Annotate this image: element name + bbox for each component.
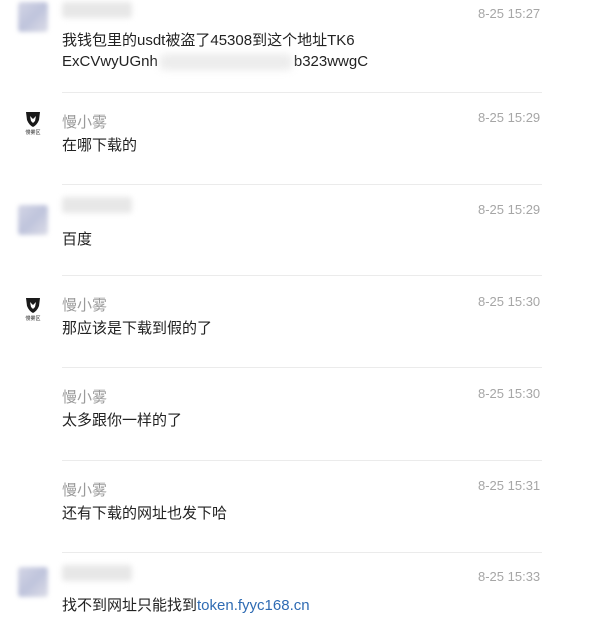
divider: [62, 275, 542, 276]
divider: [62, 367, 542, 368]
message-text: 百度: [62, 231, 93, 248]
avatar[interactable]: [18, 2, 48, 32]
message-line: ExCVwyUGnh b323wwgC: [62, 51, 368, 72]
avatar[interactable]: 慢雾区: [18, 108, 48, 138]
sender-name-redacted: [62, 2, 132, 18]
redaction-mask: [159, 54, 292, 71]
avatar[interactable]: [18, 205, 48, 235]
message-text: 找不到网址只能找到token.fyyc168.cn: [62, 595, 310, 616]
slowmist-logo-icon: [26, 297, 40, 313]
message-time: 8-25 15:30: [478, 386, 541, 401]
logo-caption: 慢雾区: [25, 315, 41, 322]
message-text: 在哪下载的: [62, 137, 138, 154]
address-end: b323wwgC: [293, 53, 369, 70]
slowmist-logo-icon: [26, 111, 40, 127]
divider: [62, 92, 542, 93]
divider: [62, 460, 542, 461]
message-text: 那应该是下载到假的了: [62, 320, 213, 337]
message-line: 我钱包里的usdt被盗了45308到这个地址TK6: [62, 32, 355, 49]
address-start: ExCVwyUGnh: [62, 53, 158, 70]
sender-name[interactable]: 慢小雾: [62, 111, 107, 132]
message-text-prefix: 找不到网址只能找到: [62, 597, 198, 614]
message-time: 8-25 15:27: [478, 6, 541, 21]
sender-name[interactable]: 慢小雾: [62, 386, 107, 407]
message-text: 还有下载的网址也发下哈: [62, 505, 228, 522]
message-text: 我钱包里的usdt被盗了45308到这个地址TK6 ExCVwyUGnh b323…: [62, 30, 368, 72]
sender-name[interactable]: 慢小雾: [62, 479, 107, 500]
divider: [62, 552, 542, 553]
message-time: 8-25 15:29: [478, 110, 541, 125]
sender-name[interactable]: 慢小雾: [62, 294, 107, 315]
avatar[interactable]: [18, 567, 48, 597]
message-text: 太多跟你一样的了: [62, 412, 183, 429]
message-time: 8-25 15:31: [478, 478, 541, 493]
message-link[interactable]: token.fyyc168.cn: [197, 597, 310, 614]
message-time: 8-25 15:33: [478, 569, 541, 584]
sender-name-redacted: [62, 197, 132, 213]
divider: [62, 184, 542, 185]
sender-name-redacted: [62, 565, 132, 581]
message-time: 8-25 15:30: [478, 294, 541, 309]
logo-caption: 慢雾区: [25, 129, 41, 136]
message-time: 8-25 15:29: [478, 202, 541, 217]
avatar[interactable]: 慢雾区: [18, 294, 48, 324]
